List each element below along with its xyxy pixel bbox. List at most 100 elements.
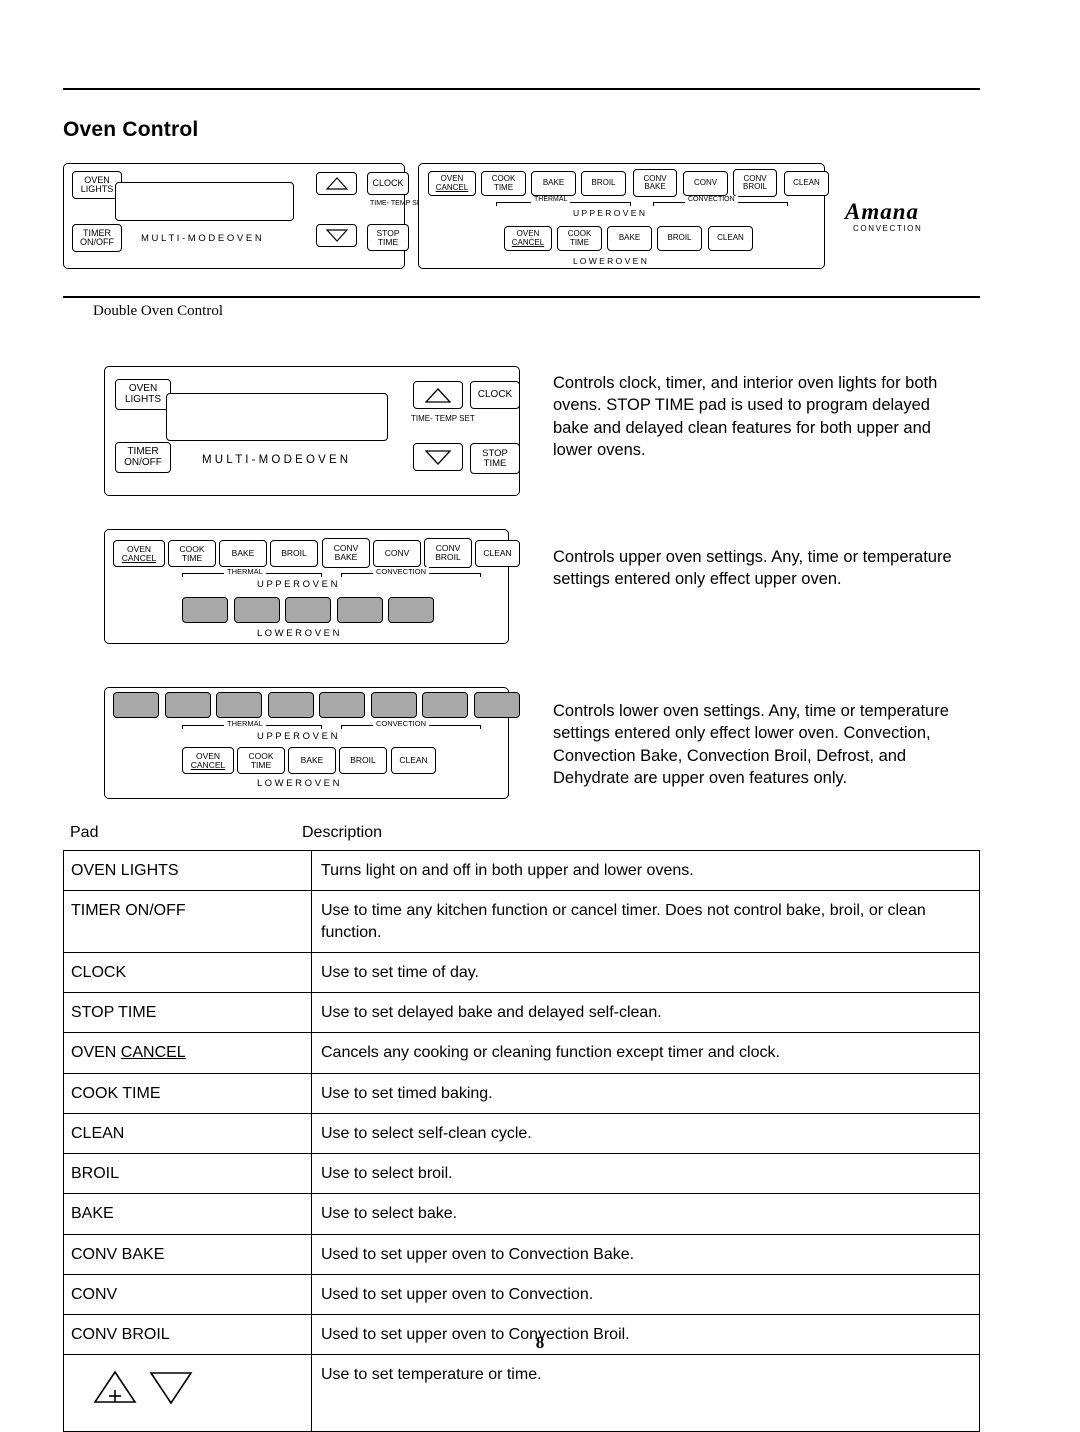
u4: ON/OFF (124, 456, 162, 468)
arrow-down-icon (325, 229, 348, 242)
key2-stop-time[interactable]: STOP TIME (470, 443, 520, 474)
cell-description: Cancels any cooking or cleaning function… (311, 1032, 980, 1074)
cell-description: Used to set upper oven to Convection Bak… (311, 1233, 980, 1275)
label-convection-upper: CONVECTION (685, 196, 738, 203)
table-row: STOP TIME Use to set delayed bake and de… (63, 992, 980, 1034)
arrow-up-icon (425, 387, 451, 403)
table-row: BAKE Use to select bake. (63, 1193, 980, 1235)
cell-pad: STOP TIME (63, 992, 312, 1034)
table-row: TIMER ON/OFF Use to time any kitchen fun… (63, 890, 980, 953)
cell-description: Use to select bake. (311, 1193, 980, 1235)
key4-clean[interactable]: CLEAN (391, 747, 436, 774)
key3-cook-time[interactable]: COOK TIME (168, 540, 216, 567)
label-lower-oven: L O W E R O V E N (573, 256, 647, 266)
key3-blank-2 (234, 597, 280, 623)
key-upper-conv-broil[interactable]: CONV BROIL (733, 169, 777, 197)
thermal-bracket-l3 (182, 573, 183, 577)
key3-clean[interactable]: CLEAN (475, 540, 520, 567)
v6: BROIL (281, 548, 307, 559)
key4-blank-2 (165, 692, 211, 718)
key4-oven-cancel[interactable]: OVEN CANCEL (182, 747, 234, 774)
key2-arrow-down[interactable] (413, 443, 463, 471)
u6: TEMP (434, 414, 457, 423)
cell-pad-oven-cancel: OVEN CANCEL (63, 1032, 312, 1074)
key-upper-conv-bake[interactable]: CONV BAKE (633, 169, 677, 197)
key3-broil[interactable]: BROIL (270, 540, 318, 567)
label3-upper-oven: U P P E R O V E N (257, 579, 338, 590)
key4-broil[interactable]: BROIL (339, 747, 387, 774)
label4-upper-oven: U P P E R O V E N (257, 731, 338, 742)
t11: BROIL (742, 182, 767, 191)
key3-blank-4 (337, 597, 383, 623)
t18: BROIL (667, 233, 692, 243)
figure-upper-oven-control: OVEN CANCEL COOK TIME BAKE BROIL CONV BA… (104, 529, 524, 647)
key4-bake[interactable]: BAKE (288, 747, 336, 774)
key-timer-line2: ON/OFF (80, 237, 114, 247)
convection-bracket-left (653, 202, 654, 206)
label-time-temp-set: TIME- TEMP SET (370, 200, 426, 208)
key3-bake[interactable]: BAKE (219, 540, 267, 567)
t5: BAKE (542, 178, 565, 188)
header-rule (63, 88, 980, 90)
cell-pad: CLOCK (63, 951, 312, 994)
key-timer-onoff[interactable]: TIMER ON/OFF (72, 224, 122, 252)
description-2: Controls upper oven settings. Any, time … (553, 548, 952, 589)
cell-description: Use to time any kitchen function or canc… (311, 890, 980, 953)
pad-text-underlined: CANCEL (120, 1044, 186, 1062)
cell-description: Used to set upper oven to Convection. (311, 1273, 980, 1316)
key-upper-bake[interactable]: BAKE (531, 171, 576, 196)
cell-pad: CONV (63, 1273, 312, 1316)
key3-oven-cancel[interactable]: OVEN CANCEL (113, 540, 165, 567)
t14: CANCEL (511, 237, 545, 247)
key-upper-broil[interactable]: BROIL (581, 171, 626, 196)
key-upper-conv[interactable]: CONV (683, 171, 728, 196)
key-lower-cook-time[interactable]: COOK TIME (557, 226, 602, 251)
key4-cook-time[interactable]: COOK TIME (237, 747, 285, 774)
label2-time-temp-set: TIME- TEMP SET (411, 414, 475, 423)
t6: BROIL (591, 178, 616, 188)
key-stop-time[interactable]: STOP TIME (367, 224, 409, 251)
key3-conv-bake[interactable]: CONV BAKE (322, 538, 370, 568)
key2-clock[interactable]: CLOCK (470, 381, 520, 409)
page-title: Oven Control (63, 118, 199, 141)
conv-bracket-r3 (480, 573, 481, 577)
key3-blank-1 (182, 597, 228, 623)
w7: CLEAN (399, 755, 428, 766)
cell-description: Use to set timed baking. (311, 1072, 980, 1114)
key-lower-clean[interactable]: CLEAN (708, 226, 753, 251)
v5: BAKE (231, 548, 255, 559)
key-clock[interactable]: CLOCK (367, 172, 409, 195)
key4-blank-3 (216, 692, 262, 718)
key3-conv[interactable]: CONV (373, 540, 421, 567)
key-clock-label: CLOCK (372, 177, 404, 188)
display-window (115, 182, 294, 221)
description-1: Controls clock, timer, and interior oven… (553, 374, 938, 460)
key-lower-oven-cancel[interactable]: OVEN CANCEL (504, 226, 552, 251)
v2: CANCEL (121, 552, 157, 563)
key-upper-clean[interactable]: CLEAN (784, 171, 829, 196)
key-lower-bake[interactable]: BAKE (607, 226, 652, 251)
page-number: 8 (535, 1333, 545, 1352)
key-lower-broil[interactable]: BROIL (657, 226, 702, 251)
key2-timer-onoff[interactable]: TIMER ON/OFF (115, 442, 171, 473)
key2-arrow-up[interactable] (413, 381, 463, 409)
thermal-bracket-r4 (321, 725, 322, 729)
key-arrow-up[interactable] (316, 172, 357, 195)
cell-description: Use to set temperature or time. (311, 1354, 980, 1432)
key-upper-cook-time[interactable]: COOK TIME (481, 171, 526, 196)
key-arrow-down[interactable] (316, 224, 357, 247)
key-upper-oven-cancel[interactable]: OVEN CANCEL (428, 171, 476, 196)
key4-blank-1 (113, 692, 159, 718)
u7: SET (459, 414, 475, 423)
brand-logo: Amana (845, 199, 920, 224)
w2: CANCEL (190, 759, 226, 770)
label-upper-oven: U P P E R O V E N (573, 208, 645, 218)
t8: BAKE (644, 182, 666, 191)
cell-pad: COOK TIME (63, 1072, 312, 1114)
key2-oven-lights[interactable]: OVEN LIGHTS (115, 379, 171, 410)
arrow-up-icon (325, 177, 348, 190)
label-thermal-upper: THERMAL (531, 196, 571, 203)
label4-thermal: THERMAL (224, 719, 266, 728)
key3-conv-broil[interactable]: CONV BROIL (424, 538, 472, 568)
cell-pad: OVEN LIGHTS (63, 849, 312, 892)
